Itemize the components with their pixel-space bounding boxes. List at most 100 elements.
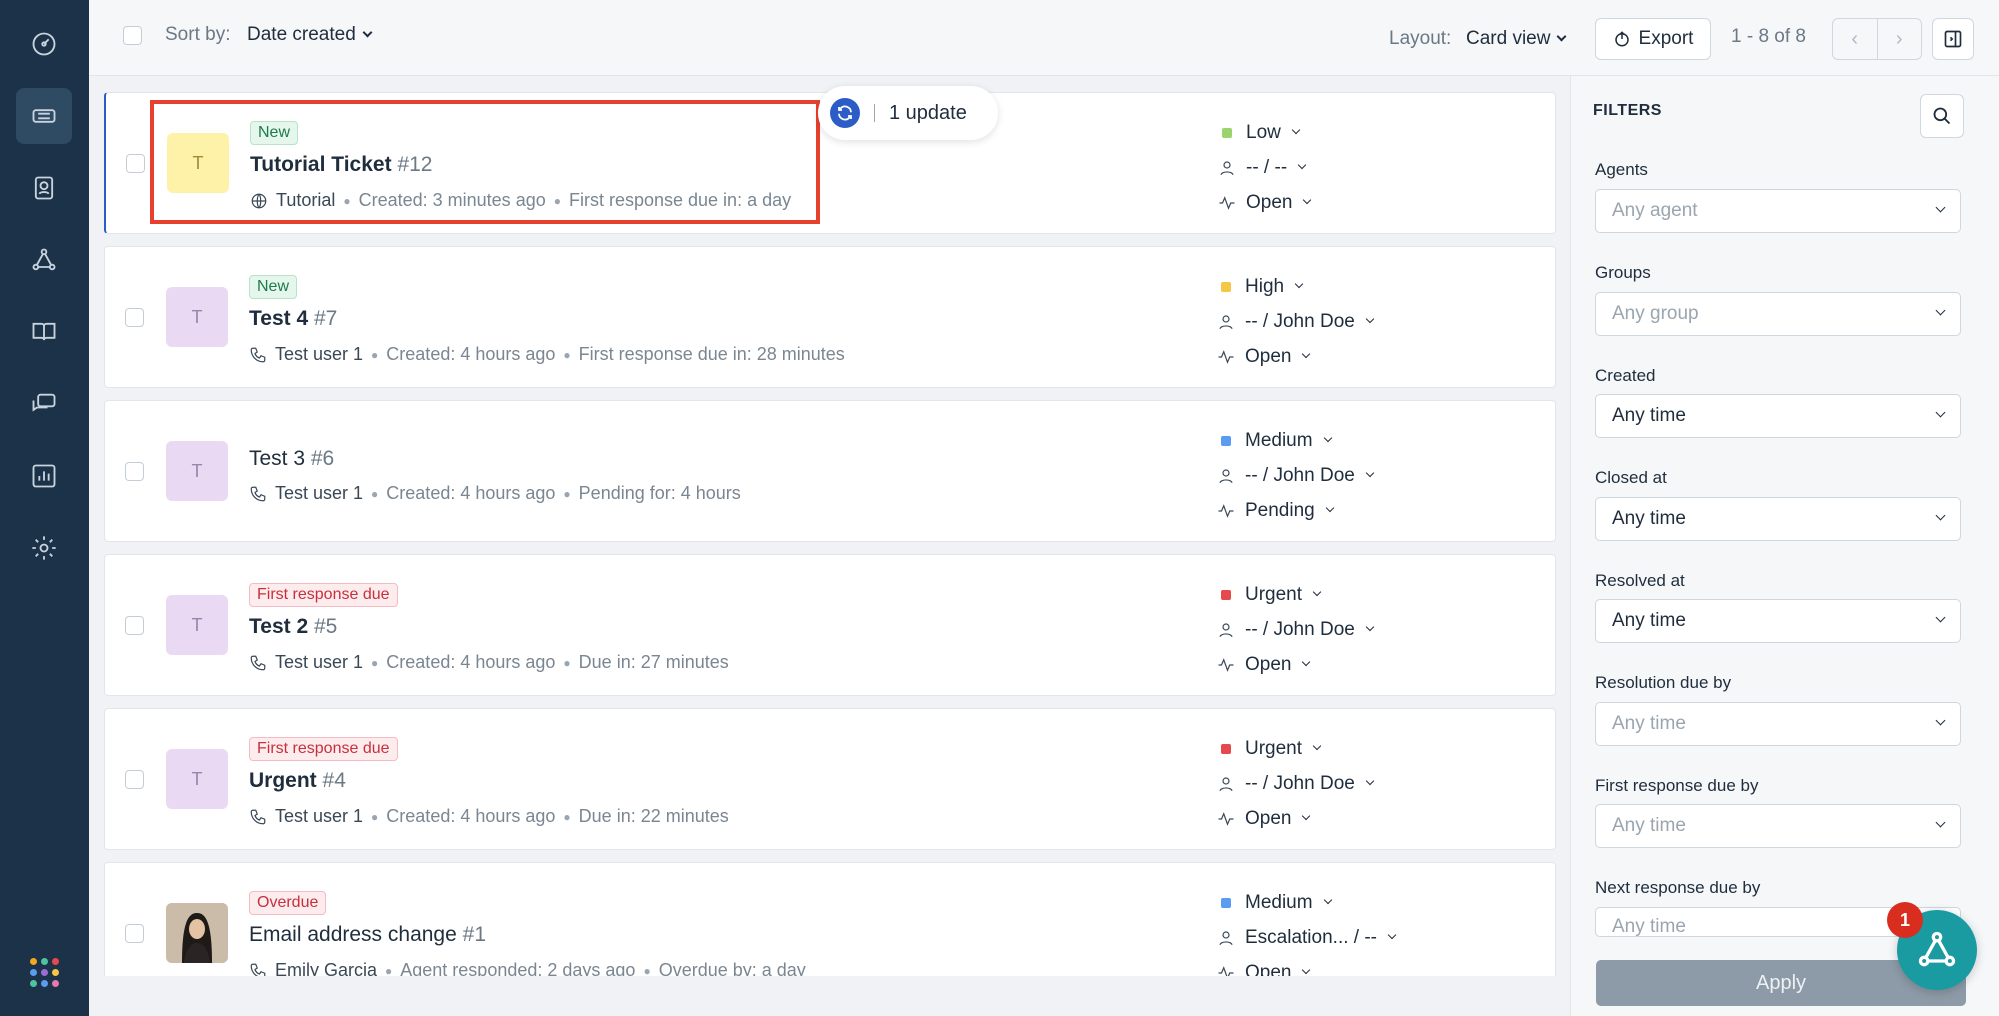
- ticket-requester: Test user 1: [275, 483, 364, 503]
- search-icon: [1933, 107, 1951, 125]
- agents-select[interactable]: Any agent: [1595, 189, 1961, 233]
- ticket-meta: Tutorial ● Created: 3 minutes ago ● Firs…: [250, 190, 791, 211]
- nav-reports[interactable]: [16, 448, 72, 504]
- nav-knowledge-base[interactable]: [16, 304, 72, 360]
- export-button[interactable]: Export: [1595, 18, 1711, 60]
- priority-dropdown[interactable]: Urgent: [1217, 731, 1517, 766]
- chevron-down-icon: [1323, 895, 1332, 904]
- ticket-card[interactable]: Overdue Email address change #1 Emily Ga…: [104, 862, 1556, 976]
- resolution-due-select[interactable]: Any time: [1595, 702, 1961, 746]
- nav-dashboard[interactable]: [16, 16, 72, 72]
- ticket-title[interactable]: Test 3 #6: [249, 447, 334, 471]
- layout-dropdown[interactable]: Card view: [1466, 28, 1567, 50]
- chevron-down-icon: [1302, 657, 1311, 666]
- ticket-title[interactable]: Test 2 #5: [249, 615, 337, 639]
- ticket-checkbox[interactable]: [125, 462, 144, 481]
- ticket-card[interactable]: T New Test 4 #7 Test user 1 ● Created: 4…: [104, 246, 1556, 388]
- status-value: Open: [1245, 653, 1292, 675]
- status-dropdown[interactable]: Pending: [1217, 493, 1517, 528]
- nav-settings[interactable]: [16, 520, 72, 576]
- ticket-meta: Emily Garcia ● Agent responded: 2 days a…: [249, 960, 806, 976]
- assignee-dropdown[interactable]: -- / John Doe: [1217, 612, 1517, 647]
- assignee-dropdown[interactable]: Escalation... / --: [1217, 920, 1517, 955]
- separator-dot-icon: ●: [563, 809, 571, 824]
- ticket-card[interactable]: T First response due Urgent #4 Test user…: [104, 708, 1556, 850]
- priority-dropdown[interactable]: Urgent: [1217, 577, 1517, 612]
- nav-conversations[interactable]: [16, 376, 72, 432]
- created-select[interactable]: Any time: [1595, 394, 1961, 438]
- ticket-checkbox[interactable]: [125, 308, 144, 327]
- ticket-properties: Low -- / -- Open: [1218, 115, 1518, 220]
- status-dropdown[interactable]: Open: [1217, 647, 1517, 682]
- priority-dropdown[interactable]: Low: [1218, 115, 1518, 150]
- priority-value: Urgent: [1245, 737, 1303, 759]
- ticket-properties: Urgent -- / John Doe Open: [1217, 731, 1517, 836]
- assignee-dropdown[interactable]: -- / --: [1218, 150, 1518, 185]
- assignee-value: -- / John Doe: [1245, 618, 1355, 640]
- groups-select[interactable]: Any group: [1595, 292, 1961, 336]
- assignee-dropdown[interactable]: -- / John Doe: [1217, 766, 1517, 801]
- activity-icon: [1218, 349, 1234, 364]
- status-dropdown[interactable]: Open: [1217, 801, 1517, 836]
- assignee-value: -- / John Doe: [1245, 310, 1355, 332]
- filter-search-button[interactable]: [1920, 94, 1964, 138]
- chevron-down-icon: [1312, 587, 1322, 596]
- updates-label: 1 update: [889, 101, 967, 124]
- ticket-title[interactable]: Test 4 #7: [249, 307, 337, 331]
- select-all-checkbox[interactable]: [123, 26, 142, 45]
- activity-icon: [1219, 195, 1235, 210]
- ticket-requester: Test user 1: [275, 344, 364, 364]
- phone-icon: [250, 347, 266, 362]
- left-nav: [0, 0, 89, 1016]
- filters-panel: FILTERS Agents Any agent Groups Any grou…: [1570, 76, 1999, 1016]
- export-icon: [1614, 31, 1629, 47]
- avatar: [166, 903, 228, 963]
- ticket-title[interactable]: Email address change #1: [249, 923, 486, 947]
- separator-dot-icon: ●: [553, 193, 561, 208]
- nav-tickets[interactable]: [16, 88, 72, 144]
- ticket-checkbox[interactable]: [125, 616, 144, 635]
- ticket-checkbox[interactable]: [125, 770, 144, 789]
- resolved-at-select[interactable]: Any time: [1595, 599, 1961, 643]
- chevron-down-icon: [1935, 202, 1946, 212]
- sort-dropdown[interactable]: Date created: [247, 24, 373, 46]
- user-icon: [1219, 622, 1233, 637]
- priority-dropdown[interactable]: High: [1217, 269, 1517, 304]
- status-dropdown[interactable]: Open: [1217, 955, 1517, 976]
- prev-page-button[interactable]: ‹: [1833, 19, 1878, 59]
- ticket-icon: [32, 109, 56, 123]
- closed-at-select[interactable]: Any time: [1595, 497, 1961, 541]
- assignee-dropdown[interactable]: -- / John Doe: [1217, 458, 1517, 493]
- ticket-checkbox[interactable]: [125, 924, 144, 943]
- assignee-dropdown[interactable]: -- / John Doe: [1217, 304, 1517, 339]
- book-icon: [32, 322, 56, 341]
- ticket-checkbox[interactable]: [126, 154, 145, 173]
- user-icon: [1219, 776, 1233, 791]
- nav-groups[interactable]: [16, 232, 72, 288]
- ticket-requester: Test user 1: [275, 652, 364, 672]
- priority-dropdown[interactable]: Medium: [1217, 885, 1517, 920]
- status-dropdown[interactable]: Open: [1217, 339, 1517, 374]
- ticket-card[interactable]: T Test 3 #6 Test user 1 ● Created: 4 hou…: [104, 400, 1556, 542]
- ticket-title[interactable]: Tutorial Ticket #12: [250, 153, 432, 177]
- app-switcher-icon[interactable]: [30, 958, 60, 988]
- toggle-filters-button[interactable]: [1932, 18, 1974, 60]
- updates-pill[interactable]: 1 update: [818, 86, 998, 140]
- first-response-due-select[interactable]: Any time: [1595, 804, 1961, 848]
- chevron-down-icon: [1365, 468, 1375, 477]
- sort-label: Sort by:: [165, 24, 231, 45]
- activity-icon: [1218, 657, 1234, 672]
- ticket-subject: Tutorial Ticket: [250, 153, 392, 176]
- ticket-card[interactable]: T First response due Test 2 #5 Test user…: [104, 554, 1556, 696]
- contact-icon: [34, 176, 54, 200]
- priority-color-icon: [1222, 127, 1232, 138]
- next-page-button[interactable]: ›: [1878, 19, 1922, 59]
- chevron-down-icon: [1302, 965, 1311, 974]
- status-dropdown[interactable]: Open: [1218, 185, 1518, 220]
- ticket-created: Created: 4 hours ago: [386, 483, 556, 503]
- priority-dropdown[interactable]: Medium: [1217, 423, 1517, 458]
- ticket-title[interactable]: Urgent #4: [249, 769, 346, 793]
- status-badge: First response due: [249, 737, 398, 761]
- nav-contacts[interactable]: [16, 160, 72, 216]
- chevron-down-icon: [1935, 407, 1946, 417]
